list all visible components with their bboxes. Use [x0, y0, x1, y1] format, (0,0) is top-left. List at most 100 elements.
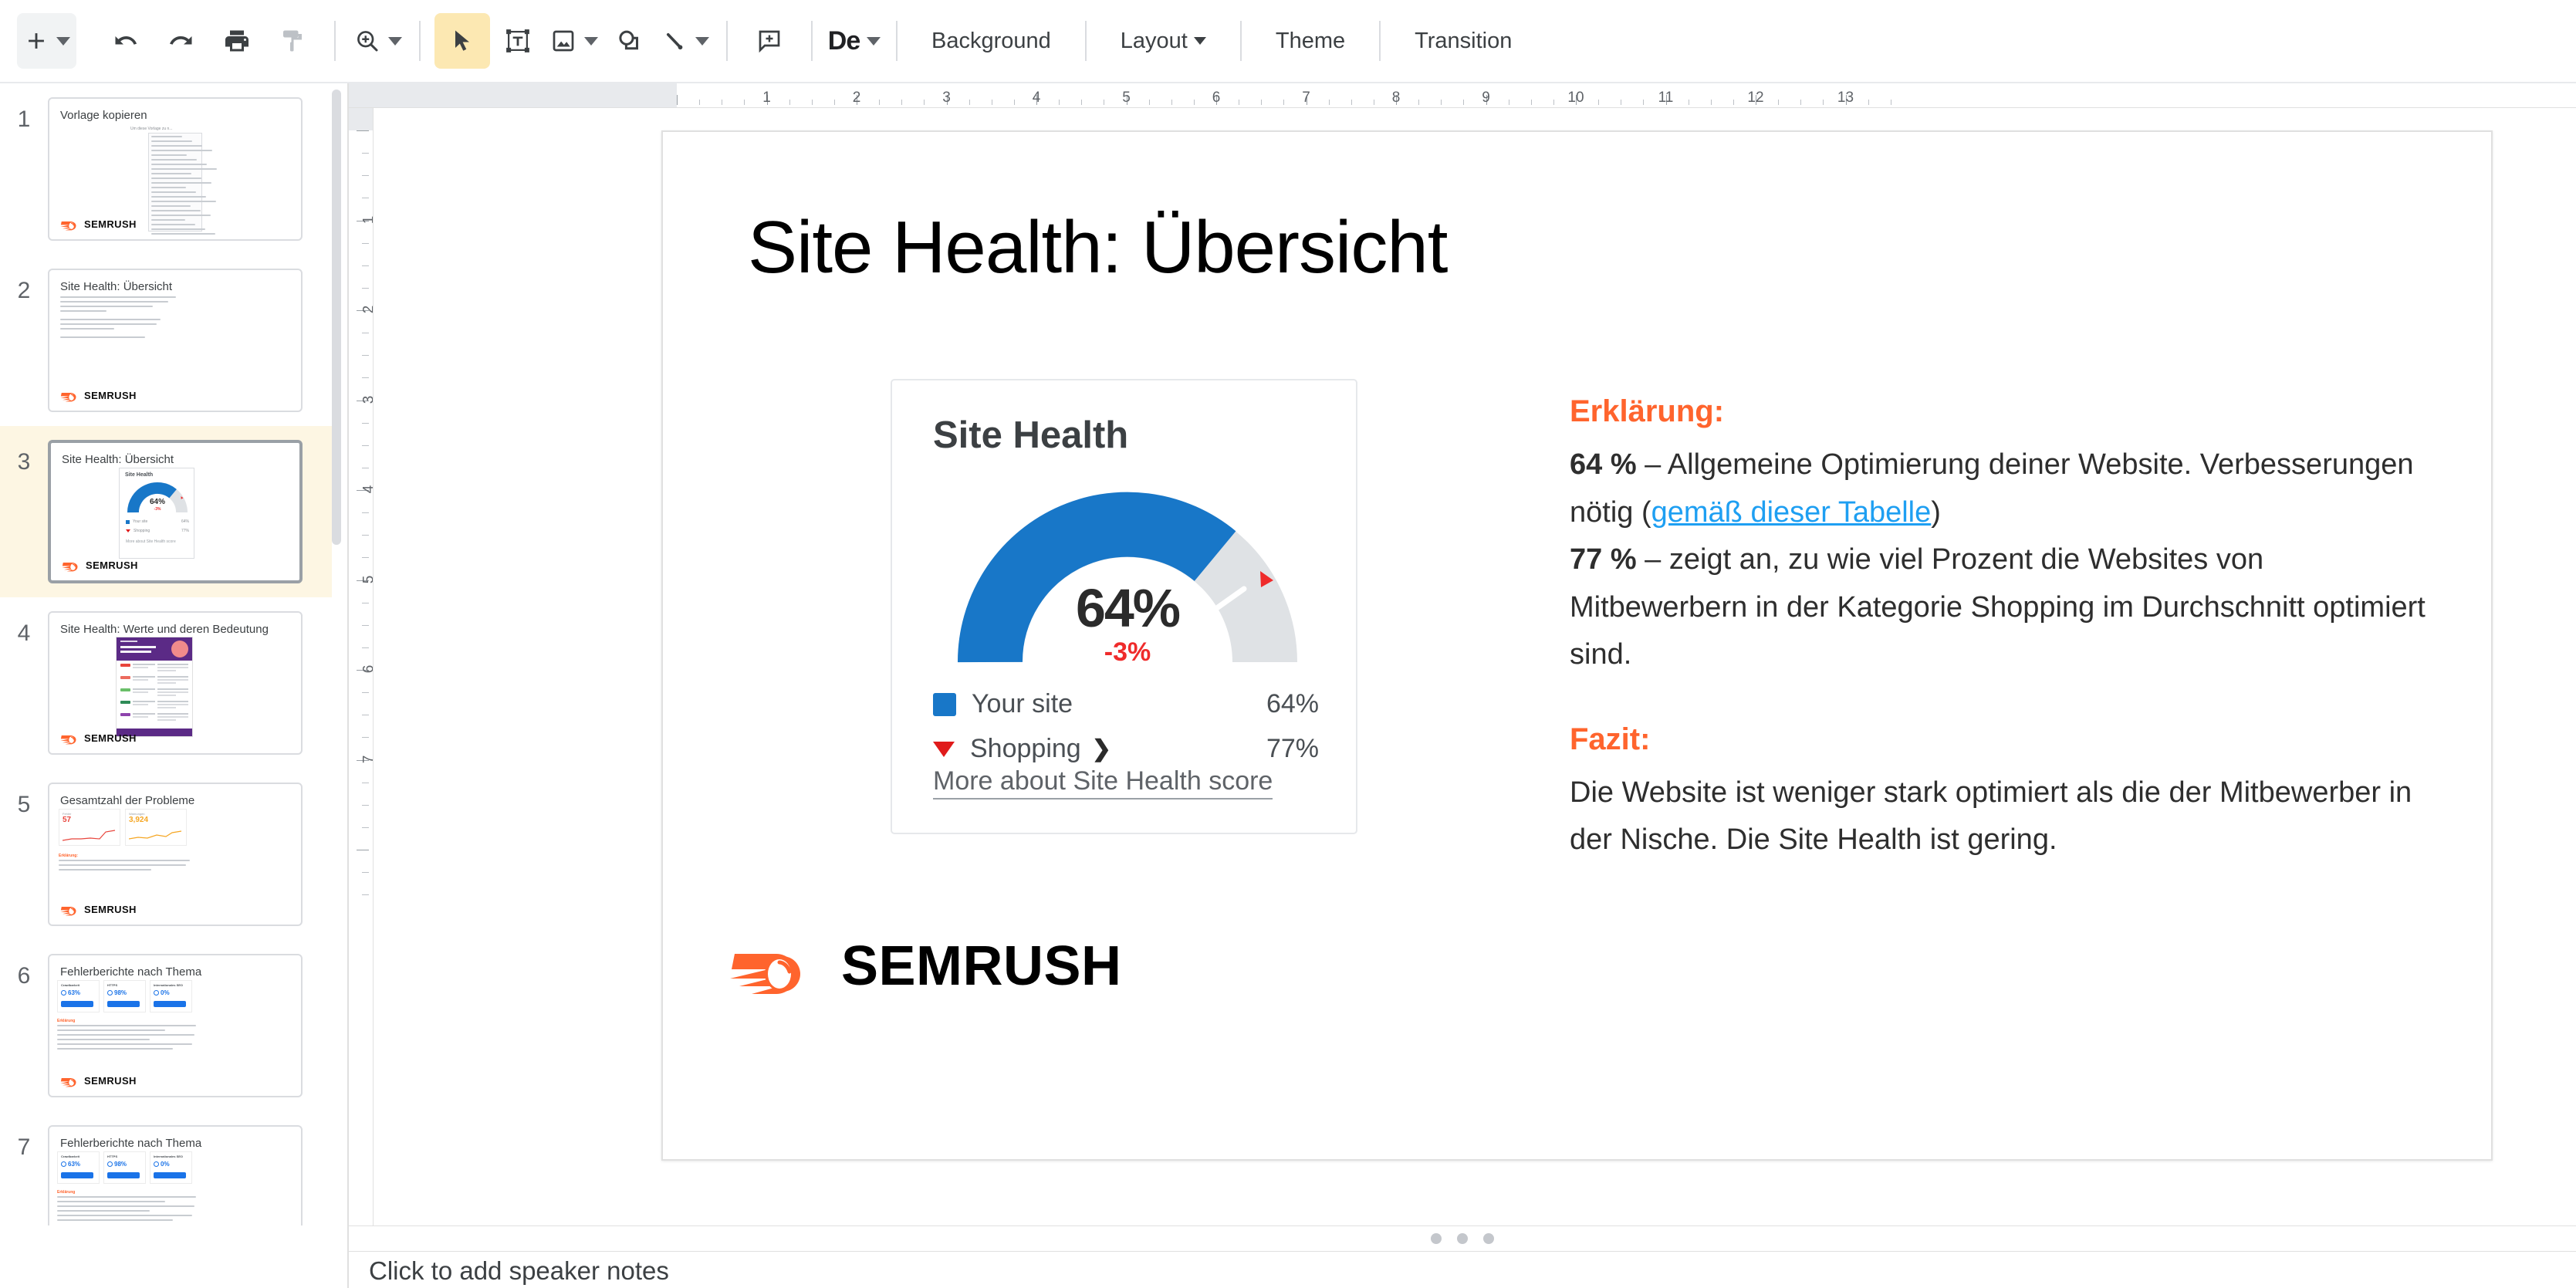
- chevron-down-icon[interactable]: [867, 36, 881, 46]
- ruler-tick: [362, 377, 369, 379]
- thumbnail-body: Crawlbarkeit 63% HTTPS 98% International…: [49, 979, 301, 1074]
- undo-button[interactable]: [98, 13, 154, 69]
- ruler-tick: [1643, 100, 1645, 105]
- slide-number: 7: [17, 1134, 31, 1160]
- slide-number: 2: [17, 278, 31, 303]
- insert-image-button[interactable]: [546, 13, 601, 69]
- redo-button[interactable]: [154, 13, 209, 69]
- slide-thumbnail-4[interactable]: 4 Site Health: Werte und deren Bedeutung: [0, 597, 332, 769]
- vertical-ruler[interactable]: 1 2 3 4 5 6 7: [349, 108, 374, 1227]
- ruler-tick: [362, 872, 369, 874]
- chevron-down-icon[interactable]: [387, 36, 402, 46]
- ruler-label: 6: [361, 665, 373, 674]
- legend-row-shopping[interactable]: Shopping ❯ 77%: [933, 734, 1319, 764]
- magnifier-plus-icon: [357, 31, 377, 52]
- toolbar-divider-4: [811, 21, 813, 61]
- slide-thumbnail-preview[interactable]: Site Health: Werte und deren Bedeutung S…: [48, 611, 303, 755]
- ruler-tick: [901, 100, 903, 105]
- slide-thumbnail-3[interactable]: 3 Site Health: Übersicht Site Health 64%…: [0, 426, 332, 597]
- horizontal-ruler[interactable]: 1 2 3 4 5 6 7 8 9 10 11 12 13: [349, 83, 2576, 108]
- thumbnail-logo: SEMRUSH: [60, 903, 137, 916]
- background-button[interactable]: Background: [911, 13, 1071, 69]
- ruler-label: 9: [1482, 90, 1490, 106]
- semrush-wordmark: SEMRUSH: [84, 218, 137, 230]
- fazit-paragraph: Die Website ist weniger stark optimiert …: [1570, 776, 2412, 857]
- text-box-button[interactable]: [490, 13, 546, 69]
- shape-button[interactable]: [601, 13, 657, 69]
- slide-thumbnail-2[interactable]: 2 Site Health: Übersicht SEMRUSH: [0, 255, 332, 426]
- fazit-block: Fazit: Die Website ist weniger stark opt…: [1570, 722, 2426, 864]
- site-health-gauge: 64% -3%: [958, 485, 1297, 674]
- slide-thumbnail-1[interactable]: 1 Vorlage kopieren Um diese Vorlage zu n…: [0, 83, 332, 255]
- text-box-icon: [506, 29, 529, 52]
- chevron-down-icon[interactable]: [695, 36, 709, 46]
- speaker-notes-pane[interactable]: Click to add speaker notes: [349, 1252, 2576, 1288]
- site-health-heading: Site Health: [933, 414, 1129, 456]
- ruler-tick: [1148, 100, 1150, 105]
- zoom-tool-button[interactable]: [350, 13, 405, 69]
- ruler-label: 2: [361, 306, 373, 314]
- slide-thumbnail-6[interactable]: 6 Fehlerberichte nach Thema Crawlbarkeit…: [0, 940, 332, 1111]
- ruler-tick: [1261, 100, 1263, 105]
- legend-row-your-site: Your site 64%: [933, 689, 1319, 719]
- slide-number: 6: [17, 963, 31, 989]
- ruler-tick: [362, 557, 369, 559]
- ruler-tick: [362, 827, 369, 828]
- slide-thumbnail-preview[interactable]: Site Health: Übersicht Site Health 64% -…: [48, 440, 303, 583]
- chevron-down-icon[interactable]: [56, 36, 70, 46]
- ruler-tick: [362, 153, 369, 154]
- font-button[interactable]: De: [827, 13, 882, 69]
- theme-button[interactable]: Theme: [1256, 13, 1365, 69]
- legend-value: 77%: [1266, 734, 1319, 763]
- ruler-tick: [1598, 100, 1600, 105]
- chevron-down-icon[interactable]: ❯: [1092, 735, 1111, 762]
- legend-value: 64%: [1266, 689, 1319, 718]
- ruler-tick: [362, 647, 369, 648]
- ruler-tick: [1823, 100, 1824, 105]
- slide-thumbnail-preview[interactable]: Vorlage kopieren Um diese Vorlage zu n..…: [48, 97, 303, 241]
- ruler-tick: [362, 265, 369, 266]
- comment-button[interactable]: [742, 13, 797, 69]
- ruler-tick: [362, 422, 369, 424]
- slide-thumbnail-preview[interactable]: Site Health: Übersicht SEMRUSH: [48, 269, 303, 412]
- semrush-comet-icon: [60, 1077, 76, 1087]
- notes-resize-handle[interactable]: [349, 1225, 2576, 1252]
- slide-canvas-area[interactable]: Site Health: Übersicht Site Health 64% -…: [374, 108, 2576, 1227]
- ruler-tick: [362, 624, 369, 626]
- slide-thumbnail-panel[interactable]: 1 Vorlage kopieren Um diese Vorlage zu n…: [0, 83, 349, 1288]
- thumbnail-body: [49, 293, 301, 389]
- line1-end: ): [1931, 495, 1941, 529]
- current-slide[interactable]: Site Health: Übersicht Site Health 64% -…: [661, 130, 2493, 1161]
- slide-panel-scrollbar[interactable]: [332, 90, 341, 545]
- more-about-site-health-link[interactable]: More about Site Health score: [933, 766, 1273, 800]
- ruler-tick: [362, 512, 369, 514]
- toolbar-divider-5: [896, 21, 898, 61]
- transition-button[interactable]: Transition: [1394, 13, 1532, 69]
- ruler-tick: [362, 692, 369, 694]
- slide-thumbnail-preview[interactable]: Fehlerberichte nach Thema Crawlbarkeit 6…: [48, 954, 303, 1097]
- print-button[interactable]: [209, 13, 265, 69]
- thumbnail-logo: SEMRUSH: [60, 1074, 137, 1087]
- ruler-label: 4: [1032, 90, 1041, 106]
- ruler-label: 8: [1391, 90, 1401, 106]
- semrush-comet-icon: [62, 562, 78, 572]
- comment-plus-icon: [759, 30, 780, 53]
- slide-title[interactable]: Site Health: Übersicht: [748, 205, 1448, 290]
- chevron-down-icon[interactable]: [583, 36, 598, 46]
- site-health-widget[interactable]: Site Health 64% -3% Your site 64% Shoppi…: [891, 379, 1357, 834]
- new-slide-button[interactable]: [17, 13, 76, 69]
- slide-thumbnail-preview[interactable]: Gesamtzahl der Probleme Fehler 57 Warnun…: [48, 783, 303, 926]
- speaker-notes-placeholder[interactable]: Click to add speaker notes: [369, 1256, 669, 1286]
- tabelle-link[interactable]: gemäß dieser Tabelle: [1651, 496, 1932, 529]
- line-button[interactable]: [657, 13, 712, 69]
- slide-thumbnail-5[interactable]: 5 Gesamtzahl der Probleme Fehler 57 Warn…: [0, 769, 332, 940]
- semrush-wordmark: SEMRUSH: [84, 732, 137, 744]
- ruler-tick: [362, 242, 369, 244]
- layout-button[interactable]: Layout: [1100, 13, 1226, 69]
- font-label: De: [827, 25, 860, 56]
- toolbar-divider-1: [334, 21, 336, 61]
- paint-format-button[interactable]: [265, 13, 320, 69]
- thumbnail-body: [49, 636, 301, 737]
- ruler-label: 1: [762, 90, 771, 106]
- select-tool-button[interactable]: [434, 13, 490, 69]
